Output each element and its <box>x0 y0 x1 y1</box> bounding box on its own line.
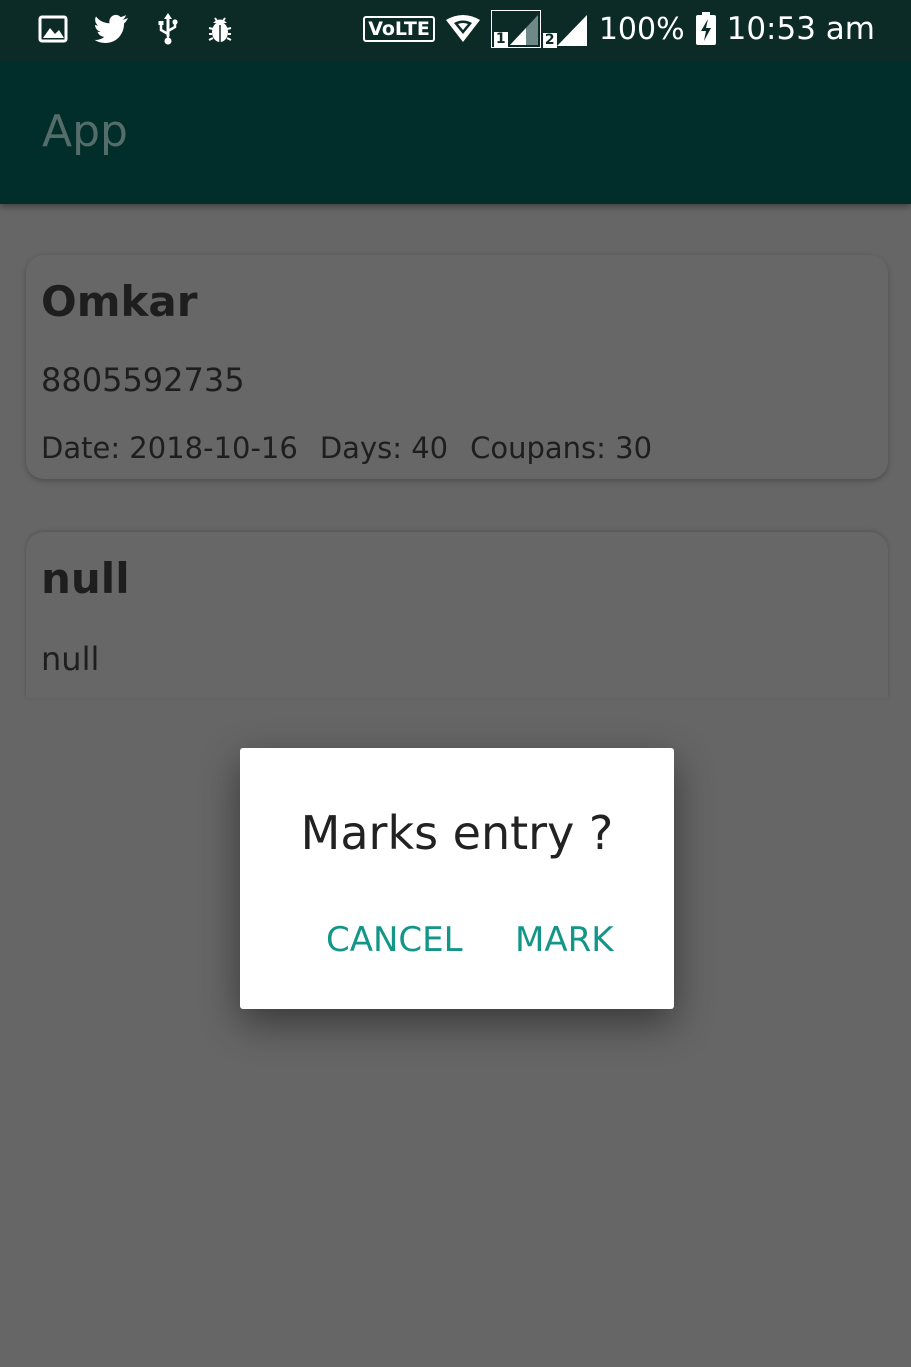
confirm-dialog: Marks entry ? CANCEL MARK <box>240 748 674 1009</box>
entry-name: null <box>41 554 130 603</box>
app-title: App <box>42 106 128 157</box>
entry-meta: Date: 2018-10-16 Days: 40 Coupans: 30 <box>41 431 652 465</box>
entry-phone: null <box>41 640 100 678</box>
system-status: VoLTE 1 2 100% 10:53 am <box>363 10 875 48</box>
twitter-icon <box>94 14 130 44</box>
entry-name: Omkar <box>41 277 198 326</box>
bug-icon <box>206 14 234 44</box>
wifi-icon <box>445 14 481 44</box>
volte-badge: VoLTE <box>363 16 435 42</box>
entry-days: Days: 40 <box>319 431 449 465</box>
status-bar: VoLTE 1 2 100% 10:53 am <box>0 0 911 62</box>
signal-icon: 1 2 <box>490 10 589 48</box>
dialog-message: Marks entry ? <box>300 806 614 860</box>
entry-coupans: Coupans: 30 <box>470 431 653 465</box>
notification-icons <box>38 12 234 46</box>
entry-phone: 8805592735 <box>41 361 245 399</box>
clock: 10:53 am <box>726 11 875 47</box>
entry-card[interactable]: Omkar 8805592735 Date: 2018-10-16 Days: … <box>26 255 888 479</box>
battery-charging-icon <box>695 12 717 46</box>
gallery-icon <box>38 14 68 44</box>
cancel-button[interactable]: CANCEL <box>326 920 463 960</box>
usb-icon <box>156 12 180 46</box>
mark-button[interactable]: MARK <box>515 920 614 960</box>
app-bar: App <box>0 62 911 204</box>
entry-card[interactable]: null null <box>26 532 888 698</box>
battery-percent: 100% <box>598 11 685 47</box>
entry-date: Date: 2018-10-16 <box>41 431 298 465</box>
